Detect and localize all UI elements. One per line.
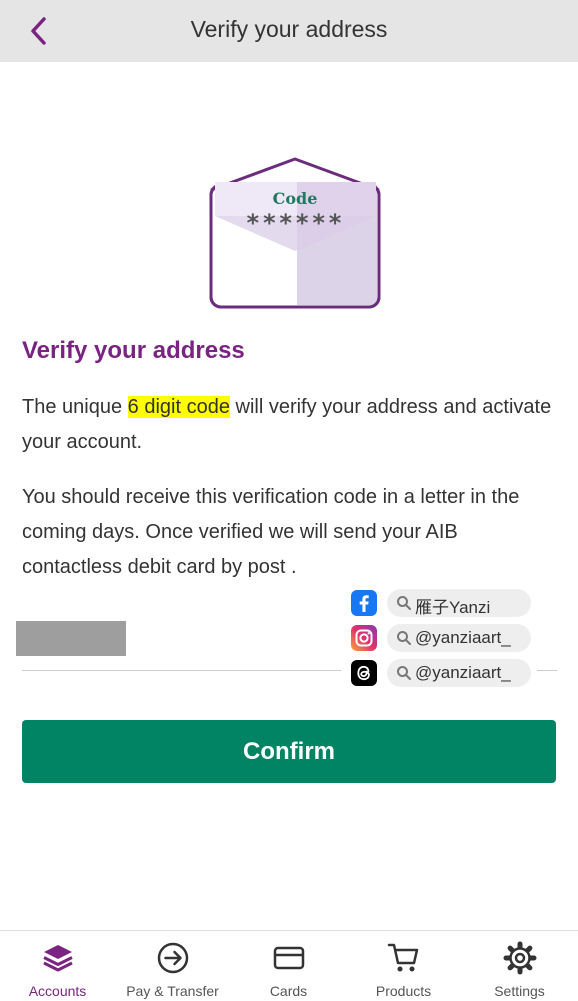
- gear-icon: [503, 941, 537, 975]
- threads-row: @yanziaart_: [351, 659, 533, 687]
- cart-icon: [387, 943, 419, 972]
- threads-icon: [351, 660, 377, 686]
- search-icon: [397, 666, 411, 680]
- section-heading: Verify your address: [22, 337, 245, 364]
- tab-cards[interactable]: Cards: [231, 931, 346, 1001]
- facebook-row: 雁子Yanzi: [351, 589, 533, 617]
- tab-accounts[interactable]: Accounts: [0, 931, 115, 1001]
- search-icon: [397, 596, 411, 610]
- header-bar: Verify your address: [0, 0, 578, 62]
- page-title: Verify your address: [190, 16, 388, 42]
- tab-accounts-label: Accounts: [28, 983, 87, 999]
- arrow-circle-right-icon: [157, 942, 189, 974]
- tab-settings-label: Settings: [494, 983, 545, 999]
- intro-text-start: The unique: [22, 396, 128, 418]
- instagram-row: @yanziaart_: [351, 624, 533, 652]
- info-paragraph: You should receive this verification cod…: [22, 486, 520, 578]
- tab-cards-label: Cards: [269, 983, 308, 999]
- facebook-handle: 雁子Yanzi: [415, 598, 491, 617]
- instagram-handle: @yanziaart_: [415, 628, 511, 647]
- threads-handle: @yanziaart_: [415, 663, 511, 682]
- card-icon: [273, 946, 305, 970]
- highlighted-code-text: 6 digit code: [127, 396, 230, 418]
- tab-settings[interactable]: Settings: [462, 931, 577, 1001]
- instagram-handle-pill: @yanziaart_: [387, 624, 531, 652]
- tab-products-label: Products: [375, 983, 432, 999]
- facebook-handle-pill: 雁子Yanzi: [387, 589, 531, 617]
- instagram-icon: [351, 625, 377, 651]
- tab-pay-transfer-label: Pay & Transfer: [126, 983, 219, 999]
- bottom-tab-bar: Accounts Pay & Transfer Cards Products S…: [0, 930, 578, 1001]
- search-icon: [397, 631, 411, 645]
- threads-handle-pill: @yanziaart_: [387, 659, 531, 687]
- tab-pay-transfer[interactable]: Pay & Transfer: [115, 931, 230, 1001]
- confirm-button[interactable]: Confirm: [22, 720, 556, 783]
- facebook-icon: [351, 590, 377, 616]
- layers-icon: [43, 945, 73, 972]
- tab-products[interactable]: Products: [346, 931, 461, 1001]
- code-mask: ******: [246, 209, 345, 237]
- intro-paragraph: The unique 6 digit code will verify your…: [22, 390, 557, 460]
- code-label: Code: [273, 189, 318, 208]
- social-watermark: 雁子Yanzi @yanziaart_ @yanziaart_: [341, 585, 537, 693]
- redacted-block: [16, 621, 126, 656]
- envelope-code-icon: Code ******: [207, 155, 383, 311]
